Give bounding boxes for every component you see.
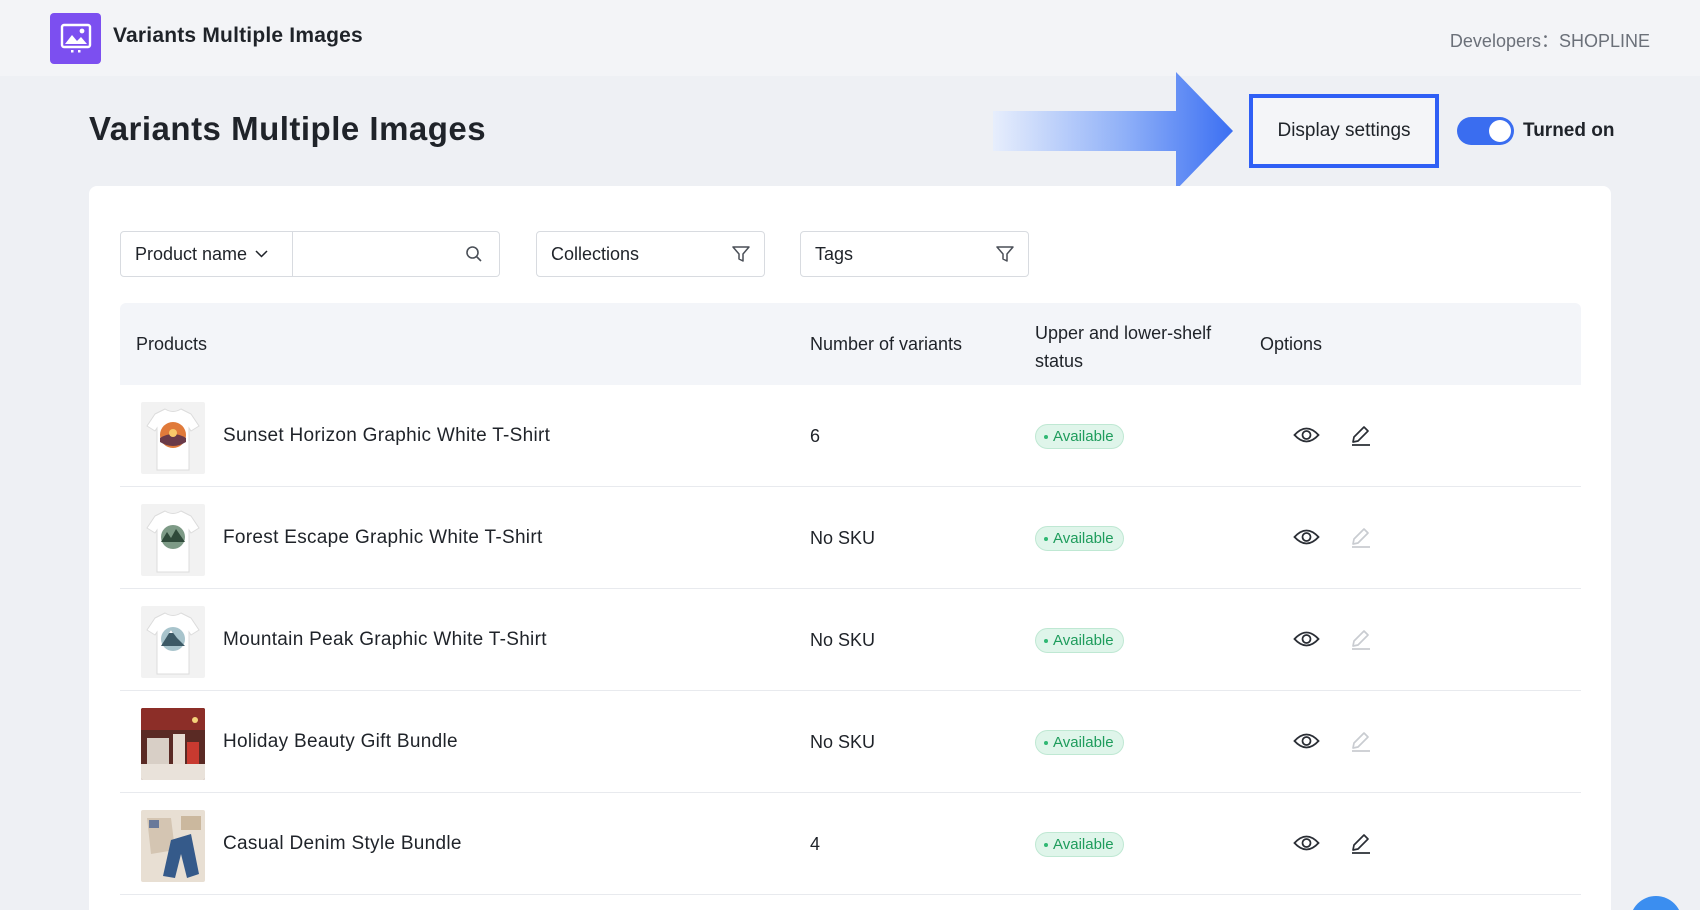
search-field [292,231,500,277]
developers-info: Developers：SHOPLINE [1450,27,1650,53]
product-thumbnail [141,402,205,474]
product-thumbnail [141,810,205,882]
variant-count: No SKU [810,732,876,752]
variant-count: 4 [810,834,821,854]
eye-icon[interactable] [1293,527,1320,552]
table-row: Holiday Beauty Gift Bundle No SKU Availa… [120,691,1581,793]
help-chat-button[interactable] [1630,896,1682,910]
column-header-products: Products [136,334,208,354]
display-settings-button[interactable]: Display settings [1249,94,1439,168]
search-icon[interactable] [465,245,483,268]
collections-filter-label: Collections [551,243,640,264]
product-name[interactable]: Holiday Beauty Gift Bundle [223,731,458,753]
status-badge-label: Available [1053,530,1114,547]
status-badge: Available [1035,628,1124,653]
arrow-icon [993,70,1236,197]
edit-icon [1349,729,1373,758]
eye-icon[interactable] [1293,731,1320,756]
filter-icon [995,244,1015,269]
tags-filter-label: Tags [815,243,854,264]
eye-icon[interactable] [1293,629,1320,654]
developers-value[interactable]: SHOPLINE [1559,31,1650,51]
products-table: Products Number of variants Upper and lo… [120,303,1581,895]
chevron-down-icon [255,245,268,263]
variant-count: No SKU [810,630,876,650]
developers-label: Developers： [1449,31,1559,51]
status-dot [1044,740,1048,745]
search-input[interactable] [302,234,462,274]
collections-filter[interactable]: Collections [536,231,765,277]
column-header-options: Options [1260,334,1323,354]
product-name-select[interactable]: Product name [120,231,293,277]
status-dot [1044,536,1048,541]
table-row: Mountain Peak Graphic White T-Shirt No S… [120,589,1581,691]
app-name: Variants Multiple Images [113,24,363,47]
table-row: Forest Escape Graphic White T-Shirt No S… [120,487,1581,589]
status-dot [1044,638,1048,643]
status-toggle[interactable] [1457,117,1514,145]
status-badge-label: Available [1053,836,1114,853]
edit-icon[interactable] [1349,423,1373,452]
variant-count: 6 [810,426,821,446]
products-card: Product name Collections Tags Products N… [89,186,1611,910]
column-header-variants: Number of variants [810,334,963,354]
product-name[interactable]: Mountain Peak Graphic White T-Shirt [223,629,547,651]
edit-icon [1349,627,1373,656]
table-row: Sunset Horizon Graphic White T-Shirt 6 A… [120,385,1581,487]
status-badge: Available [1035,424,1124,449]
page-title: Variants Multiple Images [89,110,487,147]
variant-count: No SKU [810,528,876,548]
app-bar: Variants Multiple Images Developers：SHOP… [0,0,1700,76]
product-name[interactable]: Casual Denim Style Bundle [223,833,462,855]
tags-filter[interactable]: Tags [800,231,1029,277]
status-badge: Available [1035,730,1124,755]
app-logo-icon [50,13,101,64]
status-badge-label: Available [1053,428,1114,445]
product-name[interactable]: Forest Escape Graphic White T-Shirt [223,527,543,549]
filter-icon [731,244,751,269]
toggle-label: Turned on [1523,120,1615,141]
product-name[interactable]: Sunset Horizon Graphic White T-Shirt [223,425,550,447]
eye-icon[interactable] [1293,425,1320,450]
status-dot [1044,434,1048,439]
table-row: Casual Denim Style Bundle 4 Available [120,793,1581,895]
edit-icon[interactable] [1349,831,1373,860]
status-badge: Available [1035,832,1124,857]
column-header-status: Upper and lower-shelf status [1035,323,1212,371]
display-settings-label: Display settings [1277,120,1411,141]
toggle-knob [1489,120,1511,142]
table-header: Products Number of variants Upper and lo… [120,303,1581,385]
eye-icon[interactable] [1293,833,1320,858]
edit-icon [1349,525,1373,554]
product-name-select-value: Product name [135,243,248,264]
product-thumbnail [141,708,205,780]
product-thumbnail [141,504,205,576]
status-badge-label: Available [1053,734,1114,751]
status-dot [1044,842,1048,847]
product-thumbnail [141,606,205,678]
status-badge-label: Available [1053,632,1114,649]
status-badge: Available [1035,526,1124,551]
